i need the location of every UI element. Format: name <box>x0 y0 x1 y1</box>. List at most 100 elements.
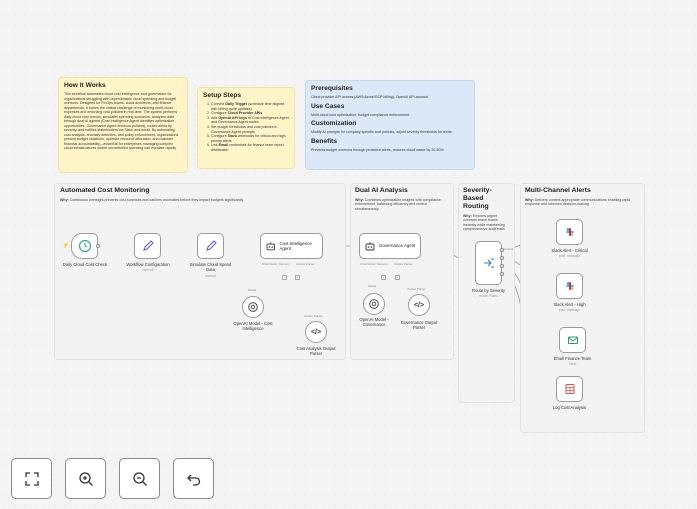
output-port[interactable] <box>500 264 504 268</box>
zoom-out-button[interactable] <box>119 458 160 499</box>
node-cost-intelligence-agent[interactable]: Cost Intelligence Agent <box>260 233 323 259</box>
node-label: Log Cost Analysis <box>552 405 587 410</box>
output-port[interactable] <box>500 248 504 252</box>
note-subtitle: Use Cases <box>311 102 345 110</box>
route-icon <box>483 258 494 268</box>
note-prerequisites[interactable]: Prerequisites Cloud provider API access … <box>305 80 475 170</box>
node-label: Simulate Cloud Spend Data <box>189 262 232 272</box>
section-title: Dual AI Analysis <box>355 187 408 194</box>
node-label: Email Finance Team <box>553 356 592 361</box>
node-daily-cloud-cost-check[interactable] <box>71 233 98 259</box>
undo-icon <box>186 474 200 486</box>
port-label-output-parser: Output Parser <box>296 262 315 266</box>
section-title: Severity-Based Routing <box>463 187 492 210</box>
setup-step: Set budget thresholds and cost policies … <box>211 125 289 134</box>
section-dual-ai-analysis[interactable]: Dual AI Analysis Why: Combines optimizat… <box>350 183 454 360</box>
node-subtitle: post: message <box>558 308 581 312</box>
node-route-by-severity[interactable] <box>475 241 502 285</box>
output-label-critical: Critical <box>504 247 514 251</box>
openai-icon <box>369 299 379 309</box>
node-cost-analysis-output-parser[interactable]: </> <box>305 321 327 343</box>
section-why: Why: Continuous oversight prevents cost … <box>60 198 244 202</box>
code-icon: </> <box>310 328 322 336</box>
setup-step: Connect Daily Trigger (schedule time ali… <box>211 102 289 111</box>
note-body: This workflow automates cloud cost intel… <box>64 92 179 150</box>
node-slack-alert-critical[interactable] <box>556 219 583 245</box>
node-openai-model-cost[interactable] <box>242 296 264 318</box>
zoom-out-icon <box>132 471 147 486</box>
pencil-icon <box>142 240 154 251</box>
code-icon: </> <box>413 301 425 309</box>
section-severity-routing[interactable]: Severity-Based Routing Why: Ensures urge… <box>458 183 515 403</box>
zoom-in-icon <box>78 471 93 486</box>
node-label: Governance Agent <box>379 243 416 249</box>
node-subtitle: Send <box>568 362 577 366</box>
note-subtitle: Benefits <box>311 137 338 145</box>
node-subtitle: manual <box>205 274 216 278</box>
node-slack-alert-high[interactable] <box>556 273 583 299</box>
node-simulate-cloud-spend-data[interactable] <box>197 233 224 259</box>
note-body: Cloud provider API access (AWS/Azure/GCP… <box>311 95 429 99</box>
robot-icon <box>266 242 275 251</box>
setup-step: Link Email credentials for finance team … <box>211 143 289 152</box>
workflow-canvas[interactable]: How It Works This workflow automates clo… <box>0 0 697 509</box>
undo-button[interactable] <box>173 458 214 499</box>
node-label: Cost Intelligence Agent <box>279 240 312 251</box>
node-label: Cost Analysis Output Parser <box>296 346 336 356</box>
node-label: Slack Alert - High <box>553 302 586 307</box>
note-title: Prerequisites <box>311 85 353 92</box>
note-subtitle: Customization <box>311 120 357 127</box>
fit-view-button[interactable] <box>11 458 52 499</box>
node-openai-model-governance[interactable] <box>363 293 385 315</box>
edge-label-model: Model <box>368 284 377 288</box>
node-label: OpenAI Model - Governance <box>359 317 389 327</box>
node-label: Slack Alert - Critical <box>551 248 588 253</box>
output-port[interactable] <box>96 244 100 248</box>
node-governance-agent[interactable]: Governance Agent <box>359 233 421 259</box>
node-label: OpenAI Model - Cost Intelligence <box>233 321 273 331</box>
port-label-chat-model: Chat Model <box>360 262 376 266</box>
openai-icon <box>248 302 258 312</box>
fit-view-icon <box>24 471 39 486</box>
section-why: Why: Delivers context-appropriate commun… <box>525 198 631 207</box>
output-port[interactable] <box>500 272 504 276</box>
node-label: Workflow Configuration <box>126 262 170 267</box>
note-body: Modify AI prompts for company-specific c… <box>311 130 452 134</box>
node-email-finance-team[interactable] <box>559 327 586 353</box>
node-label: Daily Cloud Cost Check <box>62 262 108 267</box>
note-how-it-works[interactable]: How It Works This workflow automates clo… <box>58 77 188 173</box>
zoom-in-button[interactable] <box>65 458 106 499</box>
robot-icon <box>365 242 375 251</box>
setup-step: Configure Slack webhooks for critical an… <box>211 134 289 143</box>
add-memory-button[interactable]: + <box>282 275 287 280</box>
setup-step: Add OpenAI API keys to Cost Intelligence… <box>211 116 289 125</box>
node-governance-output-parser[interactable]: </> <box>408 294 430 316</box>
edge-label-output-parser: Output Parser <box>304 314 323 318</box>
note-setup-steps[interactable]: Setup Steps Connect Daily Trigger (sched… <box>197 87 295 169</box>
note-body: Multi-cloud cost optimization, budget co… <box>311 112 410 117</box>
note-title: Setup Steps <box>203 92 242 99</box>
port-label-chat-model: Chat Model <box>262 262 278 266</box>
trigger-bolt-icon: ⚡ <box>62 243 70 249</box>
port-label-memory: Memory <box>377 262 388 266</box>
node-label: Route by Severity <box>471 288 506 293</box>
output-port[interactable] <box>500 256 504 260</box>
note-body: Prevents budget overruns through proacti… <box>311 147 444 152</box>
node-workflow-configuration[interactable] <box>134 233 161 259</box>
add-memory-button[interactable]: + <box>381 275 386 280</box>
port-label-output-parser: Output Parser <box>394 262 413 266</box>
add-parser-button[interactable]: + <box>395 275 400 280</box>
section-why: Why: Ensures urgent overruns reach teams… <box>463 214 505 231</box>
clock-icon <box>78 239 91 253</box>
node-subtitle: manual <box>142 268 154 272</box>
edge-label-output-parser: Output Parser <box>407 287 426 291</box>
node-label: Governance Output Parser <box>400 320 438 330</box>
add-parser-button[interactable]: + <box>295 275 300 280</box>
node-subtitle: mode: Rules <box>479 294 498 298</box>
section-title: Automated Cost Monitoring <box>60 187 150 194</box>
email-icon <box>567 336 578 344</box>
pencil-icon <box>205 240 217 251</box>
node-log-cost-analysis[interactable] <box>556 376 583 402</box>
edge-label-model: Model <box>248 288 257 292</box>
section-title: Multi-Channel Alerts <box>525 187 591 194</box>
